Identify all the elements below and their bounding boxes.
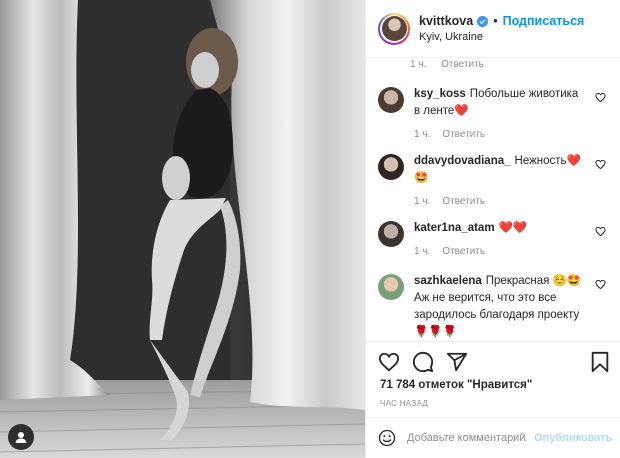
comment-input[interactable] [407,432,527,444]
comment-avatar[interactable] [378,87,404,113]
follow-button[interactable]: Подписаться [503,14,585,28]
author-avatar[interactable] [378,12,410,45]
verified-icon [477,15,489,27]
comment-avatar[interactable] [378,274,404,300]
comment-item: ksy_koss Побольше животика в ленте❤️ 1 ч.… [378,86,610,143]
comment-username[interactable]: sazhkaelena [414,275,482,287]
tag-button[interactable] [8,424,34,450]
comment-text: ❤️❤️ [498,222,528,234]
comment-time: 1 ч. [414,129,431,140]
post-header: kvittkova • Подписаться Kyiv, Ukraine [366,0,620,58]
likes-count[interactable]: 71 784 отметок "Нравится" [380,379,532,391]
comments-list[interactable]: 1 ч. Ответить ksy_koss Побольше животика … [366,58,620,341]
tag-icon [15,432,27,443]
photo-image [0,0,365,458]
comment-item: kater1na_atam ❤️❤️ 1 ч. Ответить [378,220,610,260]
emoji-icon[interactable] [378,429,396,447]
comment-avatar[interactable] [378,221,404,247]
author-username[interactable]: kvittkova [419,14,473,28]
caption-meta: 1 ч. Ответить [410,59,496,70]
comment-item: ddavydovadiana_ Нежность❤️🤩 1 ч. Ответить [378,153,610,210]
comment-time: 1 ч. [414,196,431,207]
caption-reply-link[interactable]: Ответить [441,59,484,70]
instagram-post: kvittkova • Подписаться Kyiv, Ukraine 1 … [0,0,620,458]
add-comment-bar: Опубликовать [366,417,620,458]
comment-username[interactable]: ddavydovadiana_ [414,155,511,167]
comment-like-icon[interactable] [595,159,606,170]
comment-reply-link[interactable]: Ответить [442,129,485,140]
comment-icon[interactable] [412,351,434,373]
comment-item: sazhkaelena Прекрасная ☺️🤩 Аж не верится,… [378,273,610,341]
comment-time: 1 ч. [414,246,431,257]
comment-like-icon[interactable] [595,226,606,237]
comment-username[interactable]: ksy_koss [414,88,466,100]
comment-reply-link[interactable]: Ответить [442,246,485,257]
comment-username[interactable]: kater1na_atam [414,222,495,234]
post-photo[interactable] [0,0,365,458]
comment-reply-link[interactable]: Ответить [442,196,485,207]
post-actions: 71 784 отметок "Нравится" ЧАС НАЗАД [366,341,620,418]
publish-button[interactable]: Опубликовать [534,432,613,444]
caption-time: 1 ч. [410,59,427,70]
comment-like-icon[interactable] [595,92,606,103]
bookmark-icon[interactable] [589,351,611,373]
separator-dot: • [493,14,498,28]
post-timestamp[interactable]: ЧАС НАЗАД [380,399,428,408]
comment-like-icon[interactable] [595,279,606,290]
post-location[interactable]: Kyiv, Ukraine [419,31,584,43]
comment-avatar[interactable] [378,154,404,180]
heart-icon[interactable] [378,351,400,373]
post-side-panel: kvittkova • Подписаться Kyiv, Ukraine 1 … [365,0,620,458]
share-icon[interactable] [446,351,468,373]
